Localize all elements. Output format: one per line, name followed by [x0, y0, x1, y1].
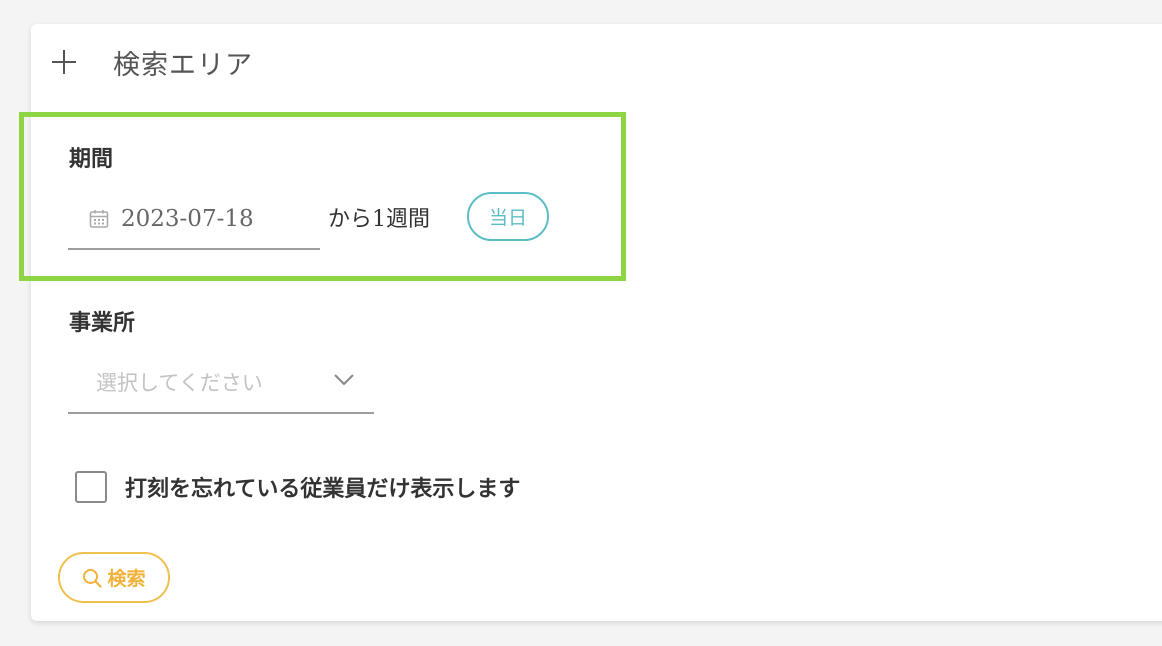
search-button-label: 検索	[107, 568, 146, 590]
office-select[interactable]: 選択してください	[68, 352, 374, 414]
search-icon	[82, 568, 103, 588]
chevron-down-icon	[333, 372, 355, 386]
search-area-header[interactable]: 検索エリア	[51, 40, 253, 84]
forgot-punch-label: 打刻を忘れている従業員だけ表示します	[125, 477, 521, 502]
search-button[interactable]: 検索	[58, 552, 170, 603]
date-input[interactable]: 2023-07-18	[68, 190, 320, 250]
calendar-icon	[89, 209, 109, 229]
date-value: 2023-07-18	[121, 206, 254, 232]
period-range-text: から1週間	[328, 207, 430, 232]
period-label: 期間	[69, 147, 114, 172]
forgot-punch-checkbox[interactable]	[75, 471, 107, 503]
today-button[interactable]: 当日	[467, 192, 549, 241]
plus-icon[interactable]	[51, 49, 77, 75]
forgot-punch-filter[interactable]: 打刻を忘れている従業員だけ表示します	[75, 471, 520, 503]
office-select-placeholder: 選択してください	[96, 371, 263, 395]
search-area-card	[31, 24, 1162, 621]
office-label: 事業所	[69, 311, 136, 336]
search-area-title: 検索エリア	[113, 49, 253, 81]
